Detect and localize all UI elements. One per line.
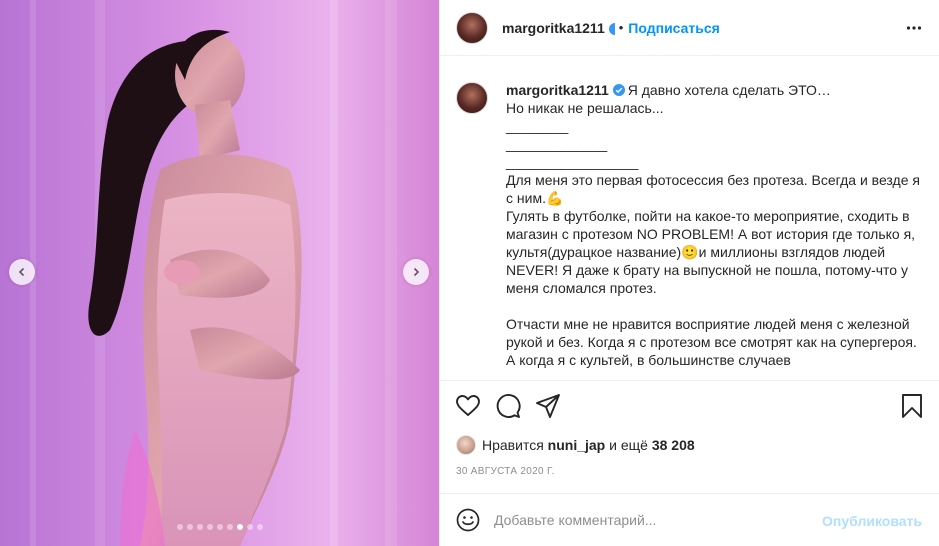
header-username[interactable]: margoritka1211 bbox=[502, 20, 605, 36]
verified-badge-icon bbox=[608, 22, 615, 35]
likes-connector: и ещё bbox=[609, 437, 648, 453]
post-date[interactable]: 30 АВГУСТА 2020 Г. bbox=[456, 466, 555, 477]
next-photo-button[interactable] bbox=[403, 259, 429, 285]
caption-username[interactable]: margoritka1211 bbox=[506, 82, 609, 98]
previous-photo-button[interactable] bbox=[9, 259, 35, 285]
carousel-dot bbox=[246, 524, 253, 530]
post-photo bbox=[0, 0, 439, 546]
post-comment-button[interactable]: Опубликовать bbox=[822, 513, 922, 529]
caption-area: margoritka1211 Я давно хотела сделать ЭТО… bbox=[440, 57, 939, 370]
chevron-left-icon bbox=[18, 267, 25, 277]
carousel-dot bbox=[206, 524, 213, 530]
comment-input[interactable] bbox=[494, 512, 794, 528]
likes-count[interactable]: 38 208 bbox=[652, 437, 695, 453]
paper-plane-icon[interactable] bbox=[535, 393, 561, 419]
chevron-right-icon bbox=[413, 267, 420, 277]
caption-body: Я давно хотела сделать ЭТО… Но никак не … bbox=[506, 82, 920, 368]
comment-icon[interactable] bbox=[495, 393, 521, 419]
carousel-dot bbox=[226, 524, 233, 530]
caption: margoritka1211 Я давно хотела сделать ЭТО… bbox=[506, 81, 926, 369]
heart-icon[interactable] bbox=[455, 393, 481, 419]
more-horizontal-icon[interactable] bbox=[906, 20, 922, 36]
liker-avatar[interactable] bbox=[456, 435, 476, 455]
carousel-dot bbox=[186, 524, 193, 530]
comment-bar: Опубликовать bbox=[440, 493, 939, 546]
carousel-dot bbox=[176, 524, 183, 530]
likes-prefix: Нравится bbox=[482, 437, 544, 453]
smiley-icon[interactable] bbox=[456, 508, 480, 532]
likes-summary: Нравится nuni_jap и ещё 38 208 bbox=[456, 434, 695, 456]
avatar[interactable] bbox=[456, 11, 488, 44]
follow-button[interactable]: Подписаться bbox=[628, 20, 720, 36]
header-separator: • bbox=[618, 20, 624, 35]
photo-image bbox=[0, 0, 439, 546]
liker-username[interactable]: nuni_jap bbox=[548, 437, 606, 453]
post-side-panel: margoritka1211 • Подписаться margoritka1… bbox=[439, 0, 939, 546]
verified-badge-icon bbox=[612, 82, 625, 96]
post-header: margoritka1211 • Подписаться bbox=[440, 0, 939, 56]
caption-avatar[interactable] bbox=[456, 82, 488, 114]
post-actions bbox=[440, 380, 939, 432]
carousel-dot bbox=[216, 524, 223, 530]
carousel-dot bbox=[256, 524, 263, 530]
carousel-dot bbox=[196, 524, 203, 530]
post-modal: margoritka1211 • Подписаться margoritka1… bbox=[0, 0, 939, 546]
carousel-dot bbox=[236, 524, 243, 530]
bookmark-icon[interactable] bbox=[899, 393, 925, 419]
carousel-indicator bbox=[0, 524, 439, 530]
